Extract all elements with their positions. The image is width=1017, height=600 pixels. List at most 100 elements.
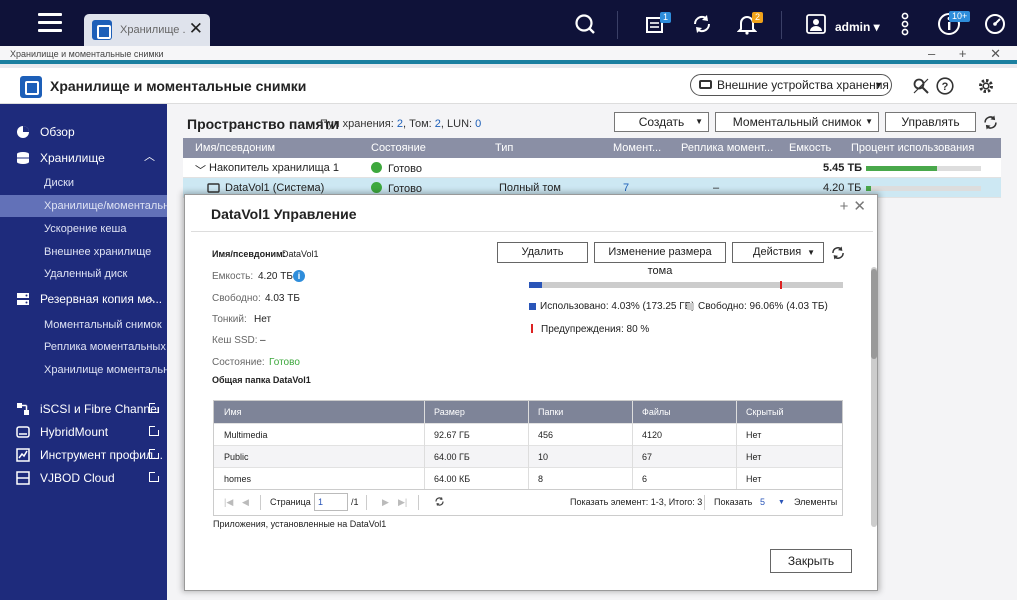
folder-count: 456 bbox=[538, 430, 554, 440]
resize-volume-button[interactable]: Изменение размера тома bbox=[594, 242, 726, 277]
divider bbox=[366, 495, 367, 510]
last-page-icon[interactable]: ▶| bbox=[398, 497, 407, 508]
sidebar-item-vjbod[interactable]: VJBOD Cloud bbox=[0, 467, 167, 489]
column-header[interactable]: Состояние bbox=[371, 142, 426, 154]
settings-gear-icon[interactable] bbox=[977, 77, 995, 95]
sidebar-item-remote-disk[interactable]: Удаленный диск bbox=[0, 263, 167, 285]
sidebar-item-hybridmount[interactable]: HybridMount bbox=[0, 421, 167, 443]
sidebar-item-backup[interactable]: Резервная копия мо... ︿ bbox=[0, 288, 167, 310]
vjbod-icon bbox=[16, 471, 30, 485]
refresh-icon[interactable] bbox=[830, 245, 846, 261]
refresh-icon[interactable] bbox=[982, 114, 999, 131]
chevron-up-icon[interactable]: ︿ bbox=[144, 147, 155, 168]
first-page-icon[interactable]: |◀ bbox=[224, 497, 233, 508]
sidebar-item-storage[interactable]: Хранилище ︿ bbox=[0, 147, 167, 169]
column-header[interactable]: Размер bbox=[434, 407, 465, 417]
column-header[interactable]: Емкость bbox=[789, 142, 831, 154]
file-count: 6 bbox=[642, 474, 648, 484]
pool-status: Готово bbox=[371, 162, 422, 175]
help-icon[interactable]: ? bbox=[936, 77, 954, 95]
sidebar-item-iscsi[interactable]: iSCSI и Fibre Channel bbox=[0, 398, 167, 420]
sidebar-item-external[interactable]: Внешнее хранилище bbox=[0, 241, 167, 263]
dialog-scrollbar[interactable] bbox=[871, 267, 877, 527]
window-controls[interactable]: ‒ + ✕ bbox=[928, 46, 1011, 62]
check-icon bbox=[371, 162, 382, 173]
column-header[interactable]: Файлы bbox=[642, 407, 671, 417]
dialog-window-controls[interactable]: +✕ bbox=[840, 197, 871, 215]
used-legend: Использовано: 4.03% (173.25 ГБ) bbox=[540, 301, 695, 312]
sidebar-item-profiler[interactable]: Инструмент профил... bbox=[0, 444, 167, 466]
pool-label: Пул хранения: bbox=[320, 118, 394, 130]
pool-capacity: 5.45 ТБ bbox=[823, 162, 863, 174]
sidebar-item-storage-snapshots[interactable]: Хранилище/моментальн... bbox=[0, 195, 167, 217]
background-tasks-icon[interactable]: 1 bbox=[642, 12, 672, 36]
folder-name: Public bbox=[224, 452, 249, 462]
system-status-icon[interactable]: 10+ bbox=[935, 11, 971, 36]
column-header[interactable]: Процент использования bbox=[851, 142, 974, 154]
ssd-cache-label: Кеш SSD: bbox=[212, 335, 258, 346]
snapshot-dropdown[interactable]: Моментальный снимок ▼ bbox=[715, 112, 879, 132]
column-header[interactable]: Тип bbox=[495, 142, 513, 154]
delete-button[interactable]: Удалить bbox=[497, 242, 588, 263]
free-legend-swatch bbox=[687, 303, 694, 310]
column-header[interactable]: Реплика момент... bbox=[681, 142, 773, 154]
next-page-icon[interactable]: ▶ bbox=[382, 497, 389, 508]
folder-name: Multimedia bbox=[224, 430, 268, 440]
lun-count: 0 bbox=[475, 118, 482, 130]
more-options-icon[interactable] bbox=[898, 12, 912, 36]
sidebar-item-snapshot-vault[interactable]: Хранилище моментальн... bbox=[0, 359, 167, 381]
chevron-down-icon[interactable]: ▼ bbox=[778, 499, 785, 506]
sidebar-item-label: VJBOD Cloud bbox=[40, 471, 115, 485]
close-tab-icon[interactable]: ✕ bbox=[189, 19, 203, 39]
window-title: Хранилище и моментальные снимки bbox=[10, 49, 164, 59]
tasks-badge: 1 bbox=[660, 12, 672, 23]
column-header[interactable]: Папки bbox=[538, 407, 563, 417]
column-header[interactable]: Скрытый bbox=[746, 407, 784, 417]
sidebar-item-label: iSCSI и Fibre Channel bbox=[40, 402, 160, 416]
sidebar-item-overview[interactable]: Обзор bbox=[0, 121, 167, 143]
manage-button[interactable]: Управлять bbox=[885, 112, 976, 132]
scrollbar-thumb[interactable] bbox=[871, 269, 877, 359]
column-divider bbox=[424, 401, 425, 489]
search-icon[interactable] bbox=[573, 12, 597, 36]
capacity-used-fill bbox=[529, 282, 542, 288]
user-avatar-icon[interactable] bbox=[805, 12, 827, 36]
diagnostics-icon[interactable] bbox=[912, 77, 930, 95]
create-dropdown[interactable]: Создать ▼ bbox=[614, 112, 709, 132]
profiler-icon bbox=[16, 448, 30, 462]
lun-label: , LUN: bbox=[440, 118, 473, 130]
column-header[interactable]: Момент... bbox=[613, 142, 661, 154]
chevron-down-icon: ▼ bbox=[695, 117, 703, 126]
external-storage-dropdown[interactable]: Внешние устройства хранения ▼ bbox=[690, 74, 892, 96]
sidebar-item-label: Хранилище bbox=[40, 151, 105, 165]
status-value: Готово bbox=[269, 357, 300, 368]
page-size-select[interactable]: 5 bbox=[760, 497, 765, 507]
refresh-icon[interactable] bbox=[434, 496, 445, 507]
prev-page-icon[interactable]: ◀ bbox=[242, 497, 249, 508]
dashboard-gauge-icon[interactable] bbox=[982, 12, 1008, 36]
sync-icon[interactable] bbox=[689, 12, 715, 36]
sidebar-item-snapshot[interactable]: Моментальный снимок bbox=[0, 314, 167, 336]
user-menu[interactable]: admin ▾ bbox=[835, 20, 880, 34]
close-button[interactable]: Закрыть bbox=[770, 549, 852, 573]
svg-text:?: ? bbox=[942, 81, 949, 93]
actions-dropdown[interactable]: Действия ▼ bbox=[732, 242, 824, 263]
info-icon[interactable]: i bbox=[293, 270, 305, 282]
chevron-down-icon: ▼ bbox=[865, 117, 873, 126]
page-number-input[interactable] bbox=[314, 493, 348, 511]
sidebar-item-cache[interactable]: Ускорение кеша bbox=[0, 218, 167, 240]
folder-count: 10 bbox=[538, 452, 549, 462]
drive-icon bbox=[699, 80, 712, 89]
table-row[interactable]: ﹀ Накопитель хранилища 1 Готово 5.45 ТБ bbox=[183, 158, 1001, 178]
column-header[interactable]: Имя bbox=[224, 407, 242, 417]
external-link-icon bbox=[149, 402, 160, 413]
expand-chevron-icon[interactable]: ﹀ bbox=[195, 162, 206, 178]
notifications-icon[interactable]: 2 bbox=[734, 12, 764, 36]
main-menu-icon[interactable] bbox=[38, 13, 62, 33]
chevron-up-icon[interactable]: ︿ bbox=[144, 288, 155, 309]
sidebar-item-disks[interactable]: Диски bbox=[0, 172, 167, 194]
column-header[interactable]: Имя/псевдоним bbox=[195, 142, 275, 154]
app-tab-storage[interactable]: Хранилище ... ✕ bbox=[84, 14, 210, 46]
volume-manage-dialog: DataVol1 Управление +✕ Имя/псевдоним: Da… bbox=[184, 194, 878, 591]
sidebar-item-snapshot-replica[interactable]: Реплика моментальных ... bbox=[0, 336, 167, 358]
